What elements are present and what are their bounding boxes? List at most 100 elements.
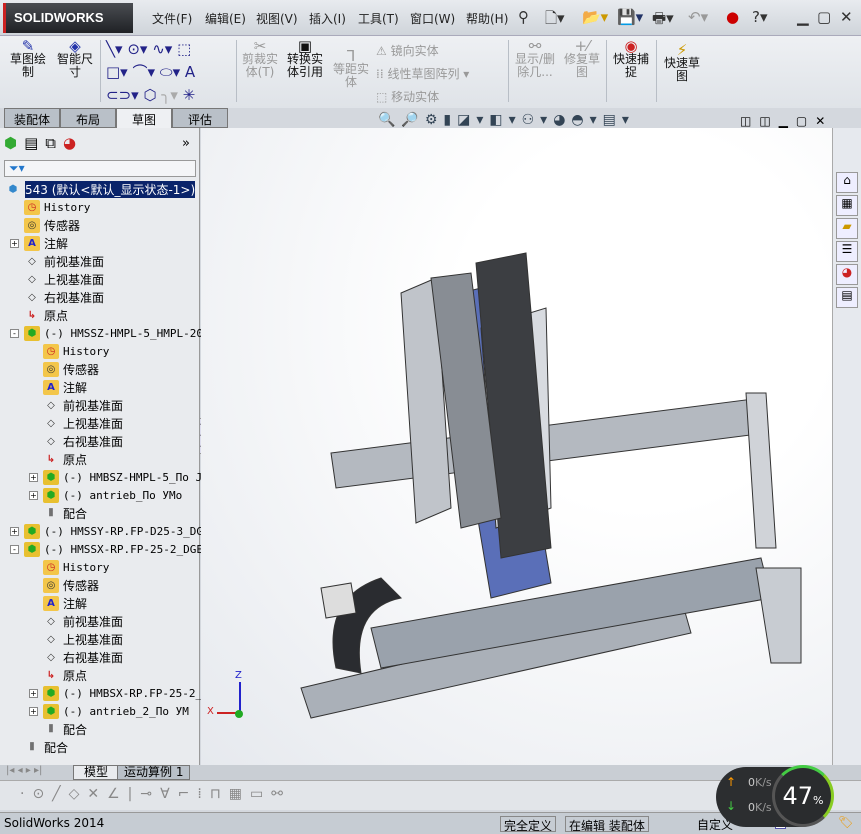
tab-motion-study[interactable]: 运动算例 1	[117, 765, 191, 780]
tree-item[interactable]: ◇ 右视基准面	[43, 432, 123, 450]
circle-icon[interactable]: ⊙▾	[127, 40, 152, 58]
tree-item[interactable]: ◇ 前视基准面	[43, 612, 123, 630]
sketch-button[interactable]: ✎ 草图绘制	[8, 39, 48, 79]
tree-item[interactable]: ↳ 原点	[43, 666, 87, 684]
tree-item[interactable]: ⬢ (-) HMBSX-RP.FP-25-2_П	[43, 684, 209, 702]
repair-sketch-button[interactable]: +⁄ 修复草图	[562, 39, 602, 79]
tab-evaluate[interactable]: 评估	[172, 108, 228, 128]
menu-tools[interactable]: 工具(T)	[358, 10, 399, 27]
show-hide-relations-button[interactable]: ⚯ 显示/删除几...	[513, 39, 557, 79]
tree-item[interactable]: ⬢ 543 (默认<默认_显示状态-1>)	[5, 180, 196, 198]
tab-layout[interactable]: 布局	[60, 108, 116, 128]
menu-edit[interactable]: 编辑(E)	[205, 10, 246, 27]
rapid-sketch-button[interactable]: ⚡ 快速草图	[660, 43, 704, 83]
expand-panel-icon[interactable]: »	[182, 136, 190, 151]
tree-item[interactable]: ◇ 前视基准面	[24, 252, 104, 270]
expand-icon[interactable]: +	[10, 527, 19, 536]
minimize-icon[interactable]: ▁	[797, 8, 809, 26]
file-explorer-icon[interactable]: ▰	[836, 218, 858, 239]
maximize-icon[interactable]: ▢	[817, 8, 831, 26]
tree-item[interactable]: ◇ 右视基准面	[24, 288, 104, 306]
line-icon[interactable]: ╲▾	[106, 40, 127, 58]
grid-icon[interactable]: ⬚	[177, 40, 191, 58]
expand-icon[interactable]: +	[29, 707, 38, 716]
save-icon[interactable]: 💾▾	[617, 8, 643, 26]
arc-icon[interactable]: ⌒▾	[132, 63, 159, 81]
tree-item[interactable]: ⫴ 配合	[24, 738, 68, 756]
trim-button[interactable]: ✂ 剪裁实体(T)	[240, 39, 280, 79]
tree-item[interactable]: ↳ 原点	[24, 306, 68, 324]
tree-item[interactable]: ⬢ (-) antrieb_Пο УМο	[43, 486, 182, 504]
tab-model[interactable]: 模型	[73, 765, 120, 780]
sketch-relations-icons[interactable]: ·⊙╱◇✕∠|⊸∀⌐⁞⊓▦▭⚯	[20, 786, 291, 802]
menu-view[interactable]: 视图(V)	[256, 10, 298, 27]
view-palette-icon[interactable]: ☰	[836, 241, 858, 262]
tree-item[interactable]: ◇ 上视基准面	[24, 270, 104, 288]
tag-icon[interactable]: 🏷	[838, 815, 853, 829]
tree-item[interactable]: ⬢ (-) HMBSZ-HMPL-5_Пο Ј	[43, 468, 202, 486]
help-icon[interactable]: ?▾	[752, 8, 768, 26]
tree-item[interactable]: A 注解	[24, 234, 68, 252]
text-icon[interactable]: A	[185, 63, 195, 81]
undo-icon[interactable]: ↶▾	[688, 8, 708, 26]
linear-pattern-button[interactable]: ⁞⁞ 线性草图阵列 ▾	[376, 63, 469, 86]
open-icon[interactable]: 📂▾	[582, 8, 608, 26]
menu-insert[interactable]: 插入(I)	[309, 10, 346, 27]
point-icon[interactable]: ✳	[183, 86, 196, 104]
ellipse-icon[interactable]: ⬭▾	[160, 63, 185, 81]
appearances-icon[interactable]: ◕	[836, 264, 858, 285]
expand-icon[interactable]: +	[29, 491, 38, 500]
tab-sketch[interactable]: 草图	[116, 108, 172, 128]
tree-item[interactable]: ⫴ 配合	[43, 504, 87, 522]
solidworks-logo[interactable]: SOLIDWORKS	[3, 3, 133, 33]
tree-item[interactable]: ⫴ 配合	[43, 720, 87, 738]
menu-window[interactable]: 窗口(W)	[410, 10, 455, 27]
panel-tabs[interactable]: ⬢▤⧉◕	[4, 134, 83, 152]
expand-icon[interactable]: +	[29, 473, 38, 482]
polygon-icon[interactable]: ⬡	[143, 86, 161, 104]
collapse-icon[interactable]: -	[10, 329, 19, 338]
tree-item[interactable]: ◇ 上视基准面	[43, 630, 123, 648]
resources-icon[interactable]: ⌂	[836, 172, 858, 193]
new-file-icon[interactable]: 🗋▾	[545, 8, 565, 33]
expand-icon[interactable]: +	[10, 239, 19, 248]
tree-item[interactable]: ⬢ (-) HMSSX-RP.FP-25-2_DGE-2	[24, 540, 216, 558]
rectangle-icon[interactable]: □▾	[106, 63, 132, 81]
collapse-icon[interactable]: -	[10, 545, 19, 554]
custom-properties-icon[interactable]: ▤	[836, 287, 858, 308]
menu-help[interactable]: 帮助(H)	[466, 10, 508, 27]
mirror-button[interactable]: ⚠ 镜向实体	[376, 40, 469, 63]
graphics-area[interactable]: Z X	[201, 128, 832, 765]
tab-assembly[interactable]: 装配体	[4, 108, 60, 128]
tree-item[interactable]: ◷ History	[24, 198, 90, 216]
tree-item[interactable]: ⬢ (-) antrieb_2_Пο УМ	[43, 702, 189, 720]
tree-item[interactable]: ◎ 传感器	[43, 576, 99, 594]
tree-item[interactable]: ◇ 前视基准面	[43, 396, 123, 414]
slot-icon[interactable]: ⊂⊃▾	[106, 86, 143, 104]
display-manager-tab-icon[interactable]: ◕	[63, 134, 83, 152]
viewport-window-controls[interactable]: ◫◫▁▢✕	[740, 114, 833, 128]
menu-file[interactable]: 文件(F)	[152, 10, 192, 27]
filter-input[interactable]: ⏷▾	[4, 160, 196, 177]
smart-dimension-button[interactable]: ◈ 智能尺寸	[55, 39, 95, 79]
tree-item[interactable]: ◇ 右视基准面	[43, 648, 123, 666]
fillet-icon[interactable]: ╮▾	[161, 86, 182, 104]
offset-button[interactable]: ⅂ 等距实体	[331, 49, 371, 89]
design-library-icon[interactable]: ▦	[836, 195, 858, 216]
tree-item[interactable]: A 注解	[43, 594, 87, 612]
tab-scroll-arrows[interactable]: |◂ ◂ ▸ ▸|	[6, 765, 42, 776]
tree-item[interactable]: ◷ History	[43, 558, 109, 576]
convert-entities-button[interactable]: ▣ 转换实体引用	[285, 39, 325, 79]
tree-item[interactable]: ◷ History	[43, 342, 109, 360]
expand-icon[interactable]: +	[29, 689, 38, 698]
pin-icon[interactable]: ⚲	[518, 8, 529, 26]
tree-item[interactable]: A 注解	[43, 378, 87, 396]
spline-icon[interactable]: ∿▾	[152, 40, 177, 58]
move-entities-button[interactable]: ⬚ 移动实体	[376, 86, 469, 109]
close-icon[interactable]: ✕	[840, 8, 853, 26]
tree-item[interactable]: ◎ 传感器	[24, 216, 80, 234]
quick-snaps-button[interactable]: ◉ 快速捕捉	[611, 39, 651, 79]
tree-item[interactable]: ⬢ (-) HMSSZ-HMPL-5_HMPL-20_V	[24, 324, 216, 342]
feature-manager-tab-icon[interactable]: ⬢	[4, 134, 24, 152]
property-manager-tab-icon[interactable]: ▤	[24, 134, 45, 152]
